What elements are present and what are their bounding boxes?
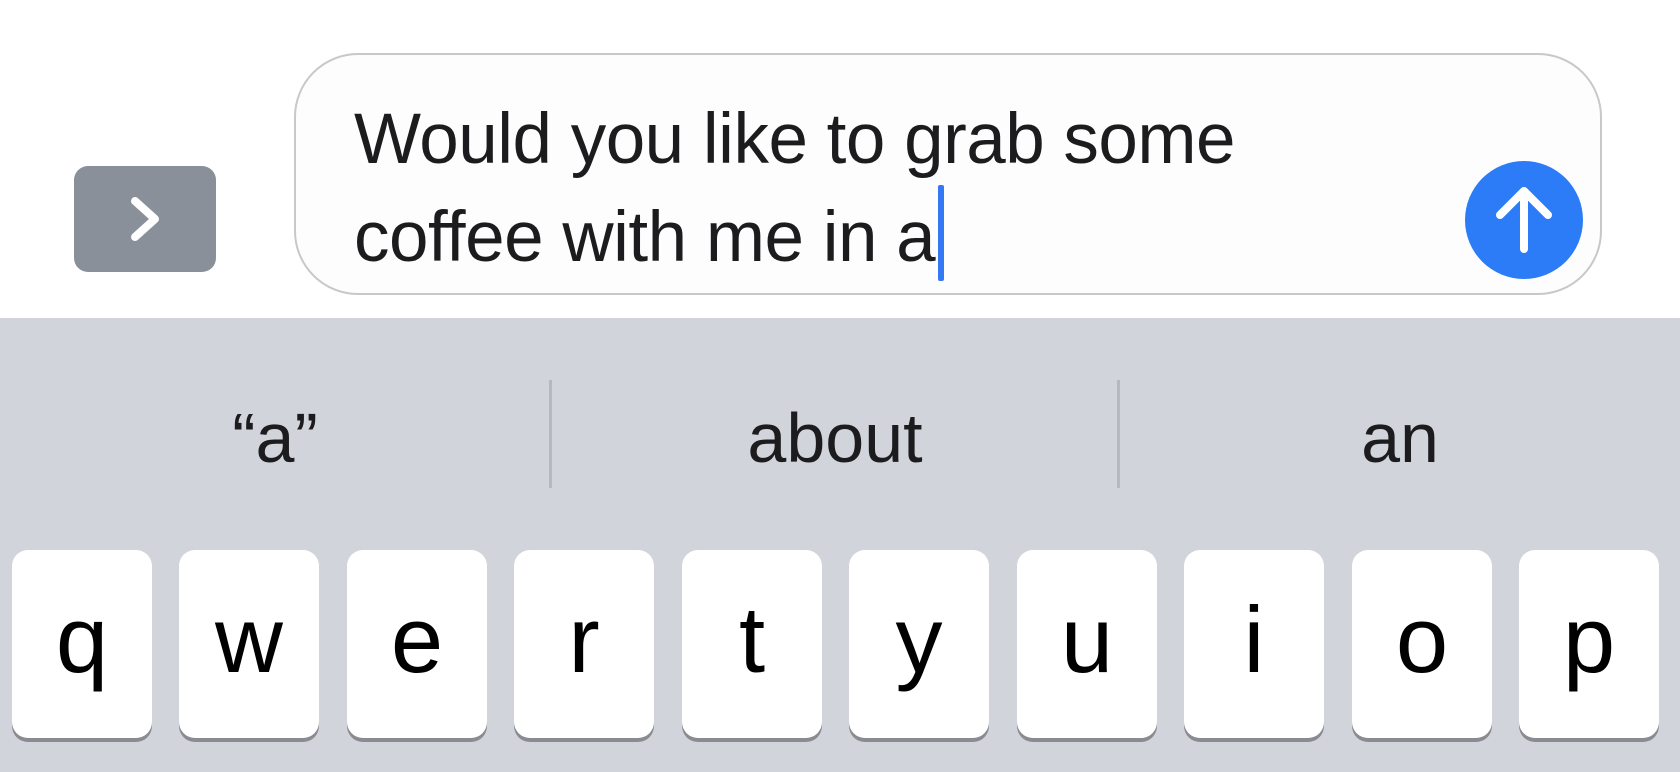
arrow-up-icon <box>1496 187 1552 253</box>
suggestion-an[interactable]: an <box>1120 378 1680 498</box>
keyboard: “a” about an q w e r t y u i o p <box>0 318 1680 772</box>
text-cursor <box>938 185 945 281</box>
key-w[interactable]: w <box>179 550 319 738</box>
key-e[interactable]: e <box>347 550 487 738</box>
message-text-value: Would you like to grab some coffee with … <box>354 100 1236 277</box>
key-o[interactable]: o <box>1352 550 1492 738</box>
key-q[interactable]: q <box>12 550 152 738</box>
message-text: Would you like to grab some coffee with … <box>354 95 1414 283</box>
key-y[interactable]: y <box>849 550 989 738</box>
key-i[interactable]: i <box>1184 550 1324 738</box>
chevron-right-icon <box>131 197 159 241</box>
expand-apps-button[interactable] <box>74 166 216 272</box>
key-u[interactable]: u <box>1017 550 1157 738</box>
compose-area: Would you like to grab some coffee with … <box>0 0 1680 318</box>
key-row-top: q w e r t y u i o p <box>0 550 1680 750</box>
key-p[interactable]: p <box>1519 550 1659 738</box>
message-input[interactable]: Would you like to grab some coffee with … <box>294 53 1602 295</box>
predictive-text-bar: “a” about an <box>0 318 1680 554</box>
suggestion-about[interactable]: about <box>552 378 1118 498</box>
send-button[interactable] <box>1465 161 1583 279</box>
suggestion-quoted-a[interactable]: “a” <box>0 378 550 498</box>
key-r[interactable]: r <box>514 550 654 738</box>
key-t[interactable]: t <box>682 550 822 738</box>
